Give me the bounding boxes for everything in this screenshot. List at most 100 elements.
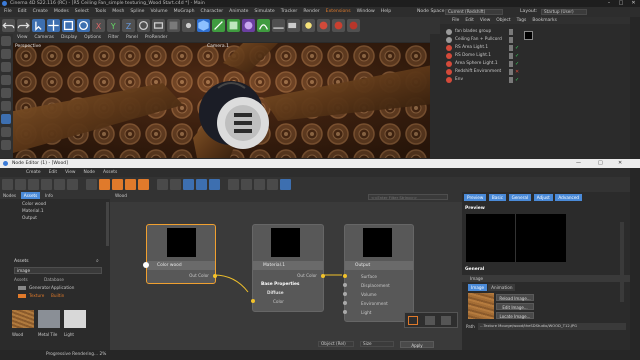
redo-icon[interactable]	[17, 19, 30, 32]
ne-create-menu[interactable]: Create	[26, 168, 41, 177]
move-tool-icon[interactable]	[47, 19, 60, 32]
cube-icon[interactable]	[197, 19, 210, 32]
minimize-icon[interactable]: –	[603, 0, 615, 7]
tree-scrollbar[interactable]	[106, 202, 109, 246]
ne-show-preview-icon[interactable]	[183, 179, 194, 190]
canvas-tab-wood[interactable]: Wood	[115, 194, 127, 199]
options-menu[interactable]: Options	[84, 34, 101, 42]
menu-volume[interactable]: Volume	[151, 7, 168, 17]
visibility-dots-icon[interactable]	[509, 45, 513, 51]
ne-view-menu[interactable]: View	[65, 168, 75, 177]
edit-image-button[interactable]: Edit Image...	[496, 303, 534, 310]
menu-modes[interactable]: Modes	[54, 7, 69, 17]
om-bookmarks-menu[interactable]: Bookmarks	[532, 17, 557, 24]
menu-file[interactable]: File	[4, 7, 12, 17]
menu-animate[interactable]: Animate	[229, 7, 248, 17]
filter-menu[interactable]: Filter	[108, 34, 119, 42]
material-out-port[interactable]	[321, 274, 325, 278]
asset-row-texture[interactable]: Texture Builtin	[18, 293, 64, 298]
prorender-menu[interactable]: ProRender	[145, 34, 168, 42]
ne-disconnect-icon[interactable]	[67, 179, 78, 190]
tree-item-color-wood[interactable]: Color wood	[22, 201, 110, 208]
om-tags-menu[interactable]: Tags	[517, 17, 527, 24]
3d-viewport[interactable]: Perspective Camera.1	[13, 43, 430, 158]
maximize-icon[interactable]: □	[615, 0, 627, 7]
ne-show-group-icon[interactable]	[209, 179, 220, 190]
locate-image-button[interactable]: Locate Image...	[496, 312, 534, 319]
z-axis-icon[interactable]: Z	[122, 19, 135, 32]
rotate-tool-icon[interactable]	[77, 19, 90, 32]
size-dropdown[interactable]: Size	[360, 341, 394, 347]
menu-tools[interactable]: Tools	[95, 7, 106, 17]
enabled-check-icon[interactable]: ✓	[515, 52, 519, 60]
menu-render[interactable]: Render	[303, 7, 319, 17]
om-object-menu[interactable]: Object	[496, 17, 510, 24]
menu-tracker[interactable]: Tracker	[281, 7, 298, 17]
minimap-viewport[interactable]	[408, 316, 418, 325]
navigator-minimap[interactable]	[404, 312, 458, 328]
visibility-dots-icon[interactable]	[509, 37, 513, 43]
redshift-material-icon[interactable]	[347, 19, 360, 32]
material-color-port[interactable]	[251, 299, 255, 303]
menu-mesh[interactable]: Mesh	[112, 7, 124, 17]
node-canvas[interactable]: Color wood Out Color Material.1 Out Colo…	[110, 202, 462, 350]
menu-edit[interactable]: Edit	[18, 7, 27, 17]
tree-item-material[interactable]: Material.1	[22, 208, 110, 215]
menu-window[interactable]: Window	[357, 7, 375, 17]
path-field[interactable]: ...Texture Mourge/wood/theSDStudio/WOOD_…	[478, 323, 626, 330]
tab-info[interactable]: Info	[42, 192, 56, 199]
redshift-light-icon[interactable]	[332, 19, 345, 32]
floor-icon[interactable]	[272, 19, 285, 32]
ne-material-icon[interactable]	[280, 179, 291, 190]
object-row[interactable]: RS Dome Light.1 ✓	[440, 52, 630, 60]
swatch-metal-tile[interactable]	[38, 310, 60, 328]
view-menu[interactable]: View	[17, 34, 27, 42]
node-material[interactable]: Material.1 Out Color Base Properties Dif…	[251, 224, 325, 312]
enabled-check-icon[interactable]: ✕	[515, 68, 519, 76]
enabled-check-icon[interactable]: ✓	[515, 44, 519, 52]
ne-edit-menu[interactable]: Edit	[49, 168, 58, 177]
make-editable-icon[interactable]	[1, 36, 11, 46]
ne-layout-3-icon[interactable]	[125, 179, 136, 190]
ne-preview-icon[interactable]	[15, 179, 26, 190]
material-section[interactable]: Base Properties	[261, 282, 299, 287]
output-environment-port[interactable]	[343, 301, 347, 305]
image-thumbnail[interactable]	[468, 293, 494, 319]
visibility-dots-icon[interactable]	[509, 77, 513, 83]
node-filter-input[interactable]	[368, 194, 448, 200]
enabled-check-icon[interactable]: ✓	[515, 76, 519, 84]
swatch-light[interactable]	[64, 310, 86, 328]
ne-maximize-icon[interactable]: □	[598, 159, 603, 168]
coordinate-system-icon[interactable]	[137, 19, 150, 32]
workplane-icon[interactable]	[1, 140, 11, 150]
bend-deformer-icon[interactable]	[257, 19, 270, 32]
points-mode-icon[interactable]	[1, 62, 11, 72]
assets-search-input[interactable]	[14, 267, 102, 274]
ne-layout-4-icon[interactable]	[138, 179, 149, 190]
menu-simulate[interactable]: Simulate	[254, 7, 274, 17]
menu-character[interactable]: Character	[200, 7, 223, 17]
menu-spline[interactable]: Spline	[130, 7, 144, 17]
object-row[interactable]: Env ✓	[440, 76, 630, 84]
assets-search-icon[interactable]: ⌕	[96, 258, 99, 264]
attr-tab-preview[interactable]: Preview	[464, 194, 487, 201]
material-tag-thumbnail[interactable]	[524, 31, 533, 40]
display-menu[interactable]: Display	[61, 34, 77, 42]
light-icon[interactable]	[302, 19, 315, 32]
output-volume-port[interactable]	[343, 292, 347, 296]
ne-arrange-icon[interactable]	[86, 179, 97, 190]
menu-select[interactable]: Select	[75, 7, 89, 17]
render-view-icon[interactable]	[152, 19, 165, 32]
om-edit-menu[interactable]: Edit	[465, 17, 474, 24]
menu-help[interactable]: Help	[381, 7, 391, 17]
color-wood-collapse-icon[interactable]	[143, 262, 149, 268]
ne-group-icon[interactable]	[28, 179, 39, 190]
visibility-dots-icon[interactable]	[509, 61, 513, 67]
attr-tab-adjust[interactable]: Adjust	[533, 194, 553, 201]
camera-icon[interactable]	[287, 19, 300, 32]
image-subtab-image[interactable]: Image	[468, 284, 488, 291]
object-row[interactable]: Redshift Environment ✕	[440, 68, 630, 76]
output-light-port[interactable]	[343, 310, 347, 314]
ne-node-menu[interactable]: Node	[84, 168, 95, 177]
attr-tab-advanced[interactable]: Advanced	[555, 194, 583, 201]
